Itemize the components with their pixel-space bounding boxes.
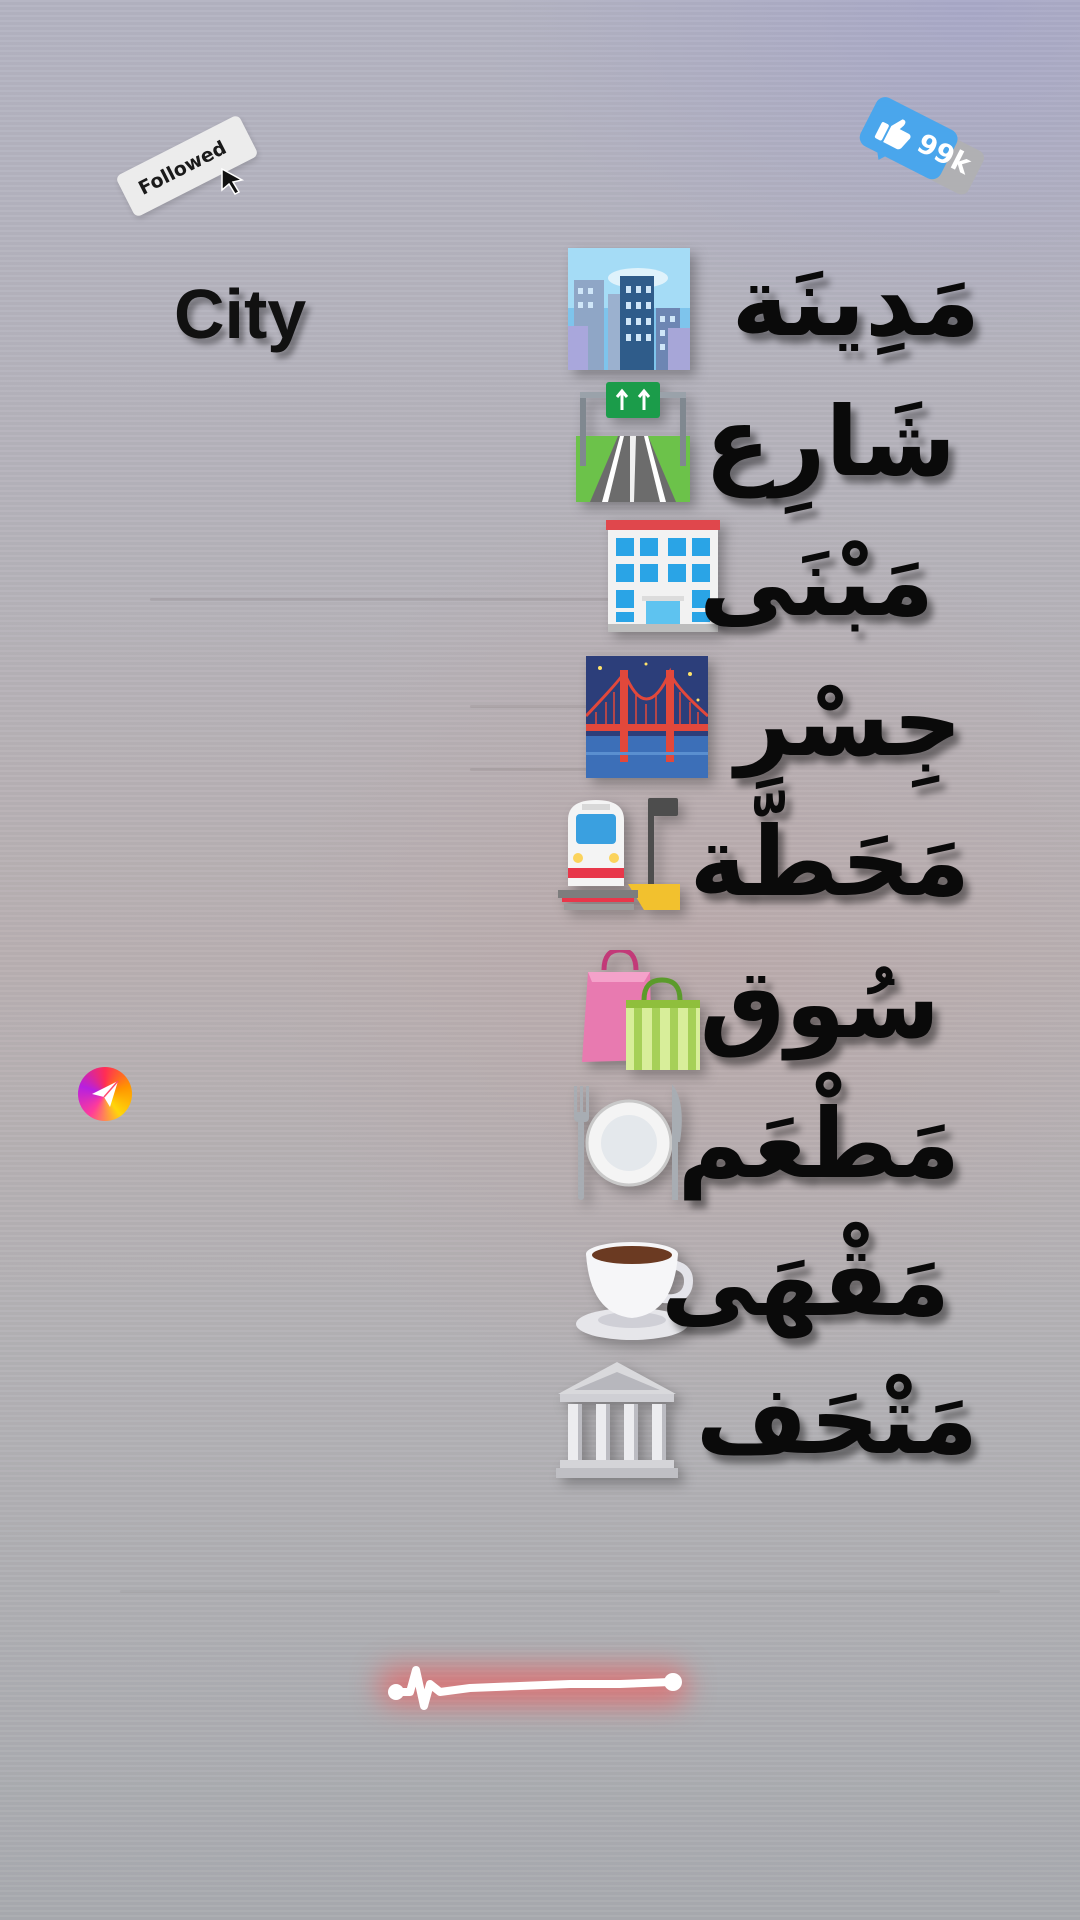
classical-building-icon: [556, 1360, 678, 1482]
vocab-row: مَطْعَم: [540, 1078, 980, 1210]
vocab-row: شَارِع: [540, 376, 980, 508]
arabic-word: مَقْهَى: [660, 1226, 950, 1338]
shopping-bags-icon: [580, 950, 702, 1072]
paper-plane-icon: [92, 1080, 119, 1107]
share-button[interactable]: [78, 1067, 132, 1121]
followed-label: Followed: [135, 136, 231, 200]
vocab-row: جِسْر: [540, 656, 980, 788]
motorway-icon: [572, 380, 694, 502]
vocab-list: مَدِينَة شَارِع مَبْنَى جِسْر مَحَطَّة س…: [540, 236, 980, 1526]
arabic-word: مَحَطَّة: [689, 806, 970, 918]
bridge-at-night-icon: [586, 656, 708, 778]
cityscape-icon: [568, 248, 690, 370]
vocab-row: مَتْحَف: [540, 1354, 980, 1486]
vocab-row: مَقْهَى: [540, 1216, 980, 1348]
like-badge[interactable]: 99k: [856, 93, 987, 198]
english-word: City: [174, 275, 307, 353]
fork-knife-plate-icon: [568, 1082, 690, 1204]
arabic-word: سُوق: [699, 948, 940, 1060]
vocab-row: مَحَطَّة: [540, 796, 980, 928]
train-station-icon: [558, 792, 680, 914]
arabic-word: شَارِع: [704, 386, 956, 498]
audio-waveform-icon: [370, 1640, 700, 1730]
arabic-word: جِسْر: [735, 666, 962, 778]
arabic-word: مَطْعَم: [677, 1088, 960, 1200]
cursor-arrow-icon: [221, 167, 245, 195]
background-smudge: [120, 1590, 1000, 1593]
vocab-row: مَدِينَة: [540, 236, 980, 370]
arabic-word: مَتْحَف: [695, 1364, 978, 1476]
arabic-word: مَبْنَى: [699, 526, 934, 638]
vocab-row: سُوق: [540, 938, 980, 1070]
vocab-row: مَبْنَى: [540, 516, 980, 648]
arabic-word: مَدِينَة: [731, 246, 980, 358]
